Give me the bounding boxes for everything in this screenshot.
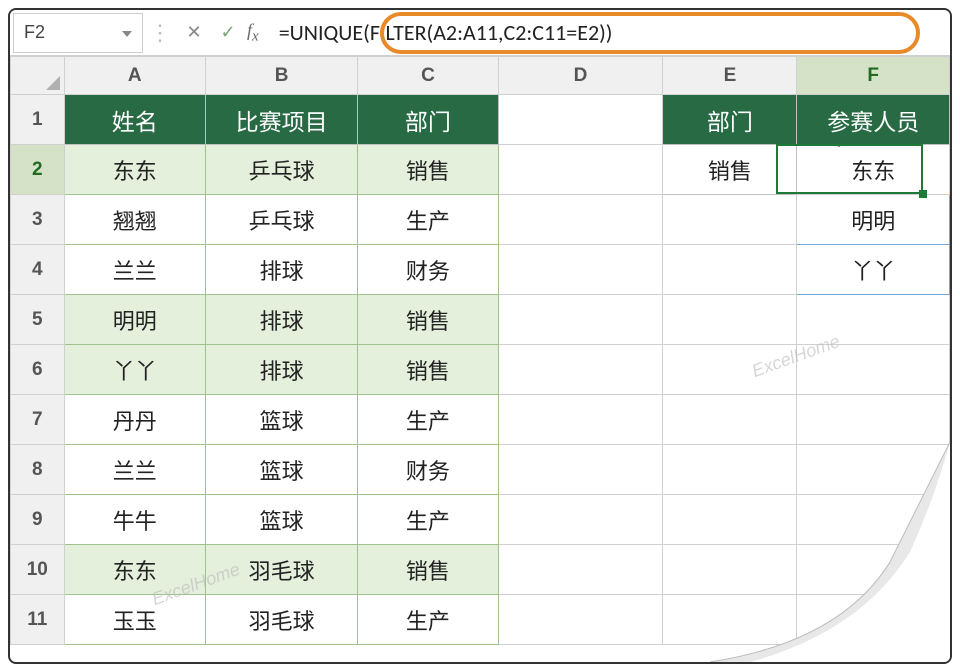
cell-B6[interactable]: 排球 [205, 345, 358, 395]
row-head-5[interactable]: 5 [11, 295, 65, 345]
cell-F8[interactable] [797, 445, 950, 495]
cell-A4[interactable]: 兰兰 [64, 245, 205, 295]
col-head-C[interactable]: C [358, 57, 498, 95]
cell-A6[interactable]: 丫丫 [64, 345, 205, 395]
name-box-value: F2 [24, 22, 45, 43]
col-head-E[interactable]: E [663, 57, 797, 95]
cell-F3-result[interactable]: 明明 [797, 195, 950, 245]
cell-D3[interactable] [498, 195, 663, 245]
col-head-D[interactable]: D [498, 57, 663, 95]
cell-B8[interactable]: 篮球 [205, 445, 358, 495]
cell-E9[interactable] [663, 495, 797, 545]
cell-A3[interactable]: 翘翘 [64, 195, 205, 245]
cell-B3[interactable]: 乒乓球 [205, 195, 358, 245]
cell-D1[interactable] [498, 95, 663, 145]
cell-C2[interactable]: 销售 [358, 145, 498, 195]
cell-C11[interactable]: 生产 [358, 595, 498, 645]
cell-F10[interactable] [797, 545, 950, 595]
cell-B4[interactable]: 排球 [205, 245, 358, 295]
cell-D5[interactable] [498, 295, 663, 345]
cell-D10[interactable] [498, 545, 663, 595]
cell-D9[interactable] [498, 495, 663, 545]
cell-A10[interactable]: 东东 [64, 545, 205, 595]
cell-C7[interactable]: 生产 [358, 395, 498, 445]
cell-C9[interactable]: 生产 [358, 495, 498, 545]
formula-bar: F2 ⋮ ✕ ✓ fx =UNIQUE(FILTER(A2:A11,C2:C11… [10, 10, 950, 56]
cell-F11[interactable] [797, 595, 950, 645]
cell-D4[interactable] [498, 245, 663, 295]
cell-C6[interactable]: 销售 [358, 345, 498, 395]
row-head-10[interactable]: 10 [11, 545, 65, 595]
header-name[interactable]: 姓名 [64, 95, 205, 145]
cell-F9[interactable] [797, 495, 950, 545]
cell-D2[interactable] [498, 145, 663, 195]
select-all-corner[interactable] [11, 57, 65, 95]
cell-A11[interactable]: 玉玉 [64, 595, 205, 645]
formula-separator: ⋮ [143, 20, 177, 46]
cell-B10[interactable]: 羽毛球 [205, 545, 358, 595]
cell-B9[interactable]: 篮球 [205, 495, 358, 545]
cell-E11[interactable] [663, 595, 797, 645]
cell-B2[interactable]: 乒乓球 [205, 145, 358, 195]
row-head-2[interactable]: 2 [11, 145, 65, 195]
formula-input[interactable]: =UNIQUE(FILTER(A2:A11,C2:C11=E2)) [265, 15, 950, 50]
cell-A8[interactable]: 兰兰 [64, 445, 205, 495]
col-head-A[interactable]: A [64, 57, 205, 95]
cell-C10[interactable]: 销售 [358, 545, 498, 595]
cell-B5[interactable]: 排球 [205, 295, 358, 345]
cell-E7[interactable] [663, 395, 797, 445]
header-event[interactable]: 比赛项目 [205, 95, 358, 145]
header-crit-dept[interactable]: 部门 [663, 95, 797, 145]
row-head-8[interactable]: 8 [11, 445, 65, 495]
cell-E8[interactable] [663, 445, 797, 495]
cell-A7[interactable]: 丹丹 [64, 395, 205, 445]
cell-D6[interactable] [498, 345, 663, 395]
cell-C5[interactable]: 销售 [358, 295, 498, 345]
row-head-7[interactable]: 7 [11, 395, 65, 445]
cell-A2[interactable]: 东东 [64, 145, 205, 195]
cell-B7[interactable]: 篮球 [205, 395, 358, 445]
row-head-9[interactable]: 9 [11, 495, 65, 545]
cell-A5[interactable]: 明明 [64, 295, 205, 345]
cell-E2-criteria[interactable]: 销售 [663, 145, 797, 195]
cell-E5[interactable] [663, 295, 797, 345]
cell-D7[interactable] [498, 395, 663, 445]
cell-E4[interactable] [663, 245, 797, 295]
cell-F7[interactable] [797, 395, 950, 445]
fx-icon[interactable]: fx [247, 20, 259, 46]
cell-A9[interactable]: 牛牛 [64, 495, 205, 545]
cell-E3[interactable] [663, 195, 797, 245]
cell-F6[interactable] [797, 345, 950, 395]
cell-C3[interactable]: 生产 [358, 195, 498, 245]
name-box[interactable]: F2 [13, 13, 143, 53]
cell-D8[interactable] [498, 445, 663, 495]
cancel-icon[interactable]: ✕ [177, 22, 211, 43]
cell-B11[interactable]: 羽毛球 [205, 595, 358, 645]
row-head-6[interactable]: 6 [11, 345, 65, 395]
row-head-11[interactable]: 11 [11, 595, 65, 645]
cell-F4-result[interactable]: 丫丫 [797, 245, 950, 295]
cell-C8[interactable]: 财务 [358, 445, 498, 495]
enter-icon[interactable]: ✓ [211, 22, 245, 43]
cell-E10[interactable] [663, 545, 797, 595]
cell-D11[interactable] [498, 595, 663, 645]
spreadsheet-grid: A B C D E F 1 姓名 比赛项目 部门 部门 参赛人员 2 东东 乒乓… [10, 56, 950, 645]
row-head-3[interactable]: 3 [11, 195, 65, 245]
header-dept[interactable]: 部门 [358, 95, 498, 145]
col-head-B[interactable]: B [205, 57, 358, 95]
row-head-1[interactable]: 1 [11, 95, 65, 145]
header-result[interactable]: 参赛人员 [797, 95, 950, 145]
col-head-F[interactable]: F [797, 57, 950, 95]
cell-F2-result[interactable]: 东东 [797, 145, 950, 195]
cell-C4[interactable]: 财务 [358, 245, 498, 295]
cell-E6[interactable] [663, 345, 797, 395]
cell-F5[interactable] [797, 295, 950, 345]
row-head-4[interactable]: 4 [11, 245, 65, 295]
